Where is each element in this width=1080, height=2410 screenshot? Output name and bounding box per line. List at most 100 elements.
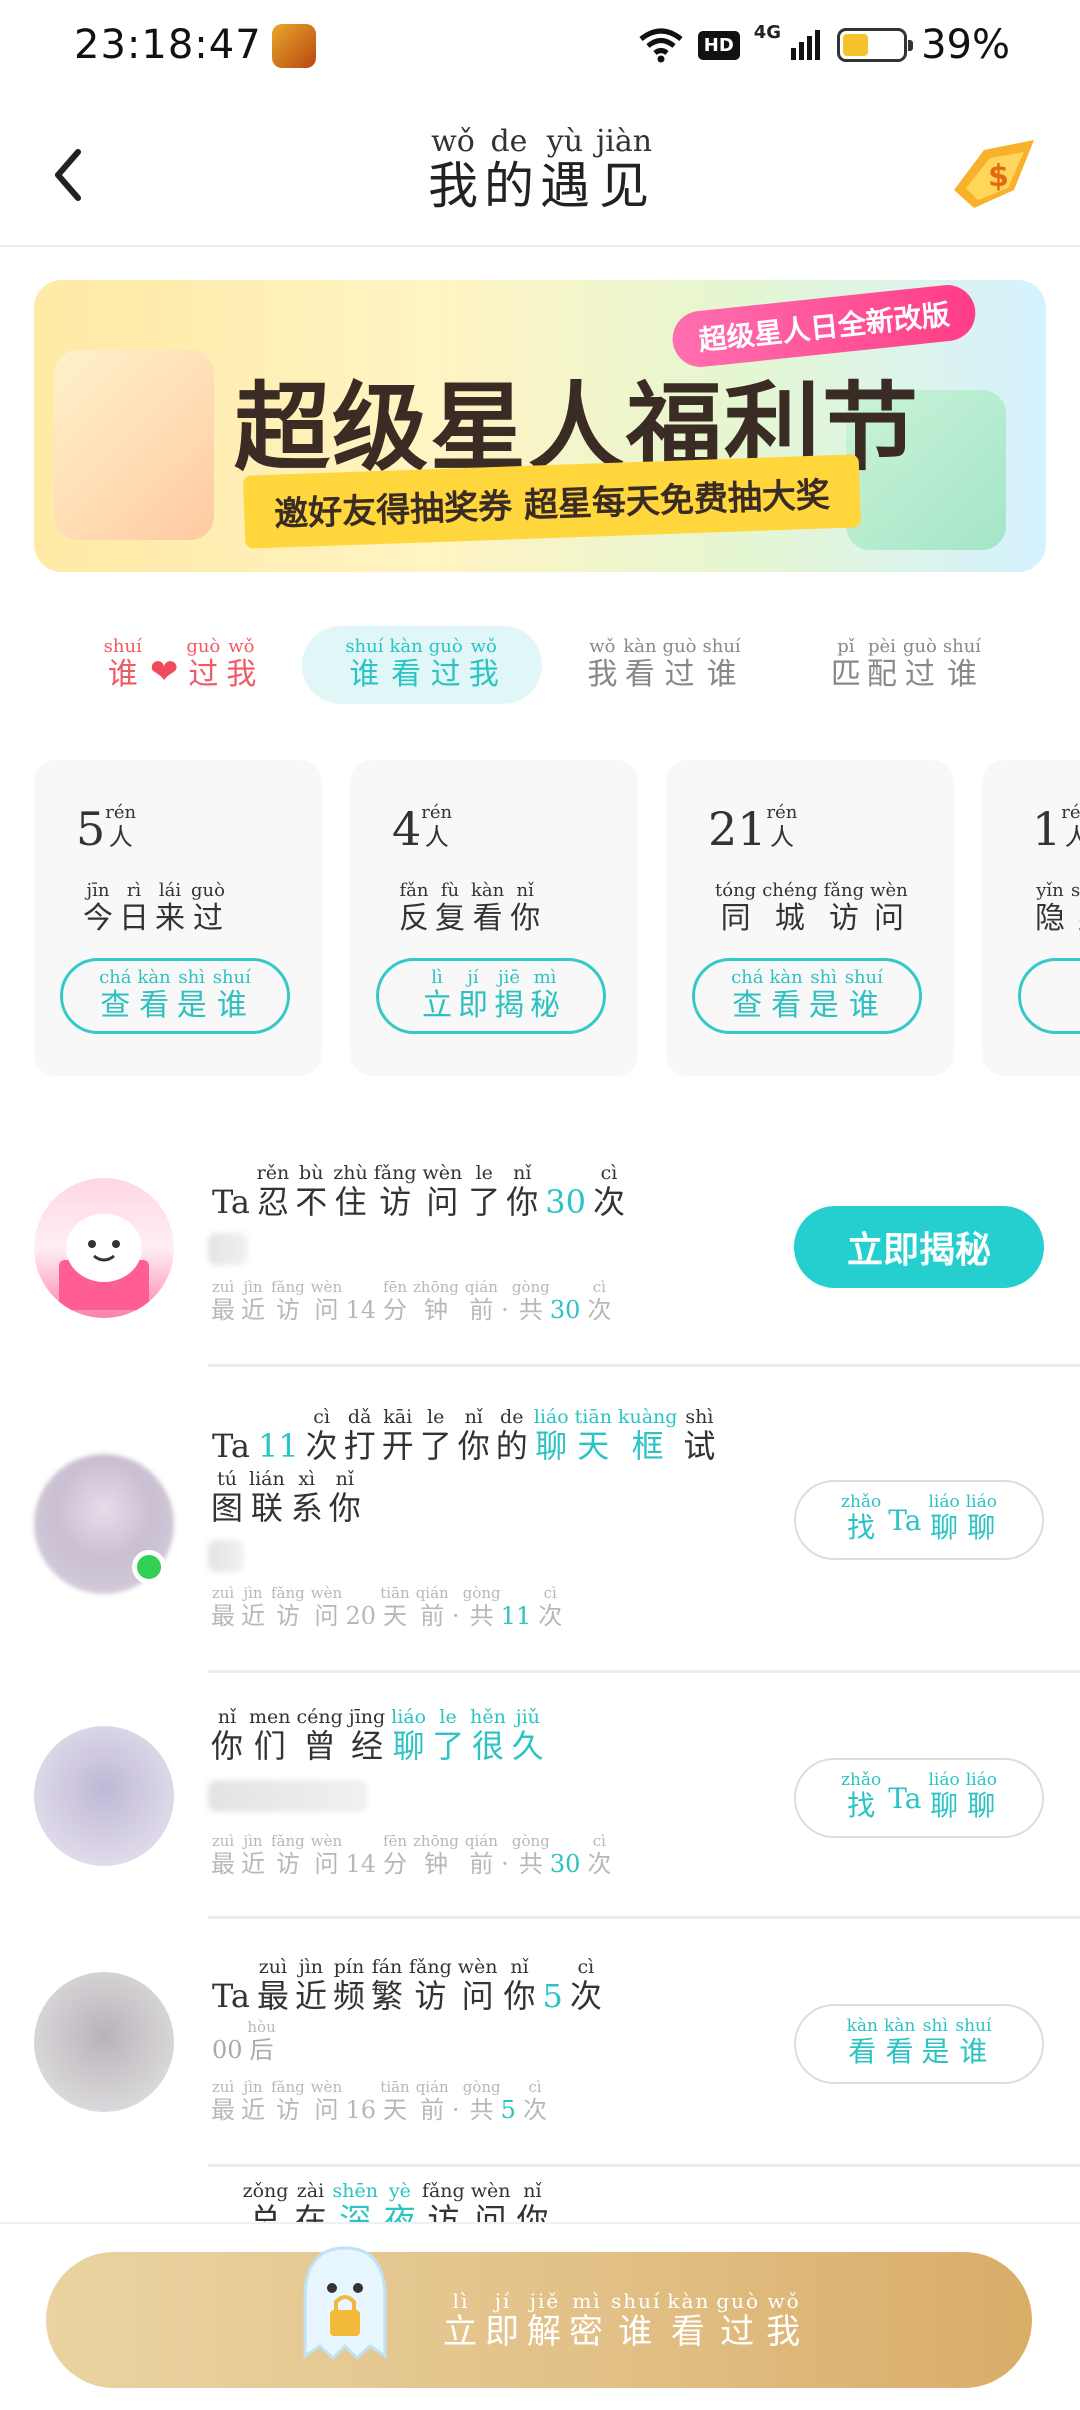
nav-bar: 我wǒ的de遇yù见jiàn $ (0, 110, 1080, 245)
ruby-char: 是shì (921, 2016, 950, 2068)
ruby-char: 次cì (587, 1832, 612, 1878)
wifi-icon (639, 28, 683, 63)
ruby-char: 查chá (99, 966, 132, 1023)
ruby-char: 总zǒng (242, 2180, 289, 2222)
ruby-char: 前qián (464, 1278, 498, 1324)
ruby-char: 问wèn (310, 2078, 343, 2124)
ruby-char: 近jìn (241, 1278, 265, 1324)
ruby-char: 秘mì (530, 966, 560, 1023)
view-who-button[interactable]: 查chá 看kàn 是shì 谁shuí (60, 958, 290, 1034)
item-headline: Ta 忍rěn不bù住zhù访fǎng问wèn了le你nǐ30 次cì (208, 1162, 628, 1221)
row-divider (208, 1670, 1080, 1673)
ruby-char: 打dǎ (343, 1406, 376, 1465)
stat-label: 今jīn日rì来lái过guò (80, 880, 228, 937)
stat-unit: 人rén (766, 802, 798, 851)
ruby-char: 次cì (305, 1406, 338, 1465)
reveal-button[interactable]: 立即揭秘 (794, 1206, 1044, 1288)
ruby-char: 共gòng (511, 1832, 550, 1878)
ruby-char: 深shēn (332, 2180, 378, 2222)
ruby-char: 找zhǎo (841, 1770, 882, 1822)
ruby-char: 繁fán (370, 1956, 403, 2015)
avatar[interactable] (34, 1726, 174, 1866)
who-is-it-button[interactable]: 看kàn 看kàn 是shì 谁shuí (794, 2004, 1044, 2084)
text-token: Ta (212, 1427, 250, 1465)
ruby-char: 看kàn (667, 2289, 711, 2352)
ruby-char: 最zuì (256, 1956, 289, 2015)
text-token: 5 (500, 2096, 516, 2124)
card-button[interactable]: 了le (1018, 958, 1080, 1034)
ruby-char: 反fǎn (399, 880, 429, 936)
ruby-char: 天tiān (380, 1584, 410, 1630)
ruby-char: 谁shuí (611, 2289, 662, 2352)
blurred-name (208, 1540, 244, 1572)
ruby-char: 隐yǐn (1035, 880, 1065, 936)
ruby-char: 不bù (295, 1162, 328, 1221)
tab-who-viewed-me[interactable]: 谁shuí 看kàn 过guò 我wǒ (302, 626, 542, 704)
ruby-char: 钟zhōng (413, 1832, 459, 1878)
list-item[interactable]: 你nǐ们men曾céng经jīng聊liáo了le很hěn久jiǔ 最zuì近j… (0, 1674, 1080, 1919)
list-item[interactable]: ...总zǒng在zài深shēn夜yè访fǎng问wèn你nǐ (0, 2176, 1080, 2222)
ruby-char: 看kàn (137, 966, 171, 1023)
stat-count: 21 (708, 802, 767, 856)
ruby-char: 最zuì (211, 1832, 235, 1878)
bottom-bar: 立lì即jí解jiě密mì谁shuí看kàn过guò我wǒ (0, 2222, 1080, 2410)
promo-banner[interactable]: 超级星人日全新改版 超级星人福利节 邀好友得抽奖券 超星每天免费抽大奖 (34, 280, 1046, 572)
network-label: 4G (753, 22, 782, 43)
ruby-char: 在zài (294, 2180, 327, 2222)
avatar[interactable] (34, 1972, 174, 2112)
ruby-char: 钟zhōng (413, 1278, 459, 1324)
ruby-char: 了le (419, 1406, 452, 1465)
ruby-char: 揭jiē (494, 966, 524, 1023)
ruby-char: 过guò (716, 2289, 761, 2352)
text-token: Ta (888, 1781, 922, 1815)
ruby-char: 问wèn (310, 1278, 343, 1324)
ruby-char: 很hěn (470, 1706, 506, 1765)
ruby-char: 密mì (569, 2289, 605, 2352)
ruby-char: 问wèn (470, 2180, 511, 2222)
list-item[interactable]: Ta 最zuì近jìn频pín繁fán访fǎng问wèn你nǐ5 次cì 00 后hò… (0, 1920, 1080, 2167)
ruby-char: 夜yè (383, 2180, 416, 2222)
ruby-char: 试shì (683, 1406, 716, 1465)
list-item[interactable]: Ta 11 次cì打dǎ开kāi了le你nǐ的de聊liáo天tiān框kuàng试… (0, 1372, 1080, 1673)
ruby-char: 看kàn (769, 966, 803, 1023)
tab-who-i-viewed[interactable]: 我wǒ 看kàn 过guò 谁shuí (544, 626, 784, 704)
view-who-button[interactable]: 查chá 看kàn 是shì 谁shuí (692, 958, 922, 1034)
ruby-char: 次cì (592, 1162, 625, 1221)
list-item[interactable]: Ta 忍rěn不bù住zhù访fǎng问wèn了le你nǐ30 次cì 最zuì近j… (0, 1140, 1080, 1368)
row-divider (208, 1364, 1080, 1367)
ruby-char: 的de (483, 124, 534, 215)
unlock-viewers-button[interactable]: 立lì即jí解jiě密mì谁shuí看kàn过guò我wǒ (46, 2246, 1032, 2388)
ruby-char: 访fǎng (373, 1162, 417, 1221)
ruby-char: 你nǐ (516, 2180, 549, 2222)
tab-who-matched[interactable]: 匹pǐ 配pèi 过guò 谁shuí (786, 626, 1026, 704)
svg-text:$: $ (988, 159, 1009, 194)
heart-icon: ❤ (149, 652, 179, 692)
ruby-char: 访fǎng (271, 1278, 305, 1324)
ruby-char: 你nǐ (328, 1468, 361, 1527)
stat-card-today: 5人rén 今jīn日rì来lái过guò 查chá 看kàn 是shì 谁shuí (34, 760, 322, 1076)
stat-card-hidden: 1人rén 隐yǐn 身shēn 了le (982, 760, 1080, 1076)
chat-with-ta-button[interactable]: 找zhǎo Ta 聊liáo 聊liáo (794, 1480, 1044, 1560)
ruby-char: 近jìn (241, 2078, 265, 2124)
online-indicator (132, 1550, 166, 1584)
ruby-char: 天tiān (574, 1406, 612, 1465)
stat-count: 5 (76, 802, 106, 856)
ruby-char: 前qián (464, 1832, 498, 1878)
chat-with-ta-button[interactable]: 找zhǎo Ta 聊liáo 聊liáo (794, 1758, 1044, 1838)
row-divider (208, 2164, 1080, 2167)
avatar[interactable] (34, 1178, 174, 1318)
ruby-char: 谁shuí (345, 635, 384, 692)
ruby-char: 遇yù (539, 124, 590, 215)
ruby-char: 是shì (176, 966, 207, 1023)
reveal-button[interactable]: 立lì 即jí 揭jiē 秘mì (376, 958, 606, 1034)
text-token: Ta (888, 1503, 922, 1537)
ruby-char: 访fǎng (271, 2078, 305, 2124)
ruby-char: 访fǎng (271, 1832, 305, 1878)
tab-who-liked-me[interactable]: 谁shuí ❤ 过guò 我wǒ (60, 626, 300, 704)
item-headline: Ta 最zuì近jìn频pín繁fán访fǎng问wèn你nǐ5 次cì (208, 1956, 605, 2015)
status-icons: HD 4G 39% (638, 22, 1010, 68)
gold-coin-icon[interactable]: $ (944, 130, 1044, 220)
hd-badge: HD (697, 30, 740, 60)
ghost-lock-icon (303, 2246, 387, 2361)
item-meta: 最zuì近jìn访fǎng问wèn14 分fēn钟zhōng前qián· 共gòng… (208, 1832, 614, 1879)
